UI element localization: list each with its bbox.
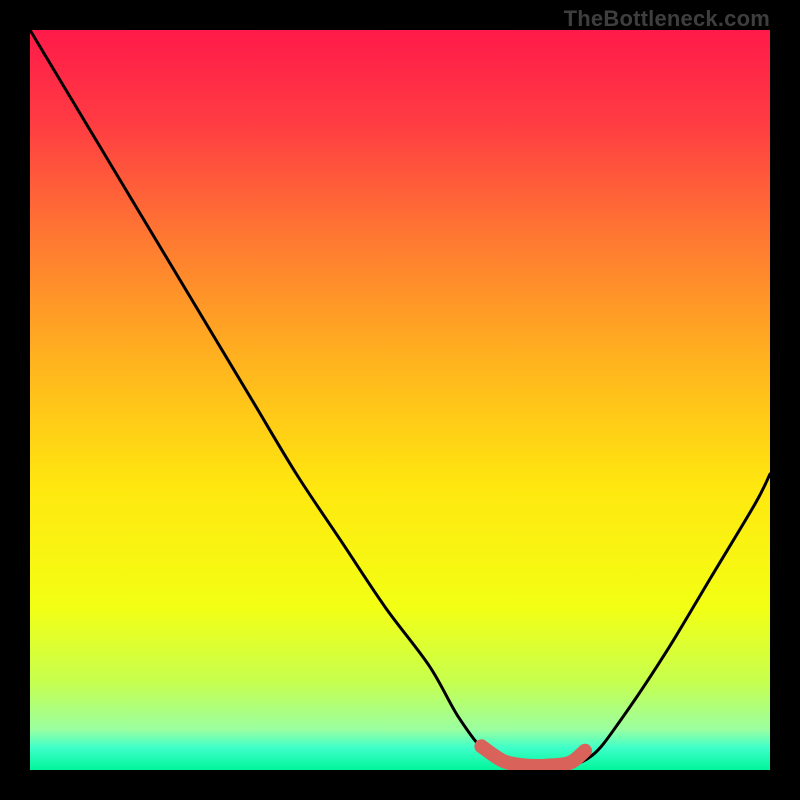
optimal-band xyxy=(481,746,585,766)
curve-layer xyxy=(30,30,770,770)
watermark-text: TheBottleneck.com xyxy=(564,6,770,32)
chart-stage: TheBottleneck.com xyxy=(0,0,800,800)
bottleneck-curve xyxy=(30,30,770,768)
plot-area xyxy=(30,30,770,770)
